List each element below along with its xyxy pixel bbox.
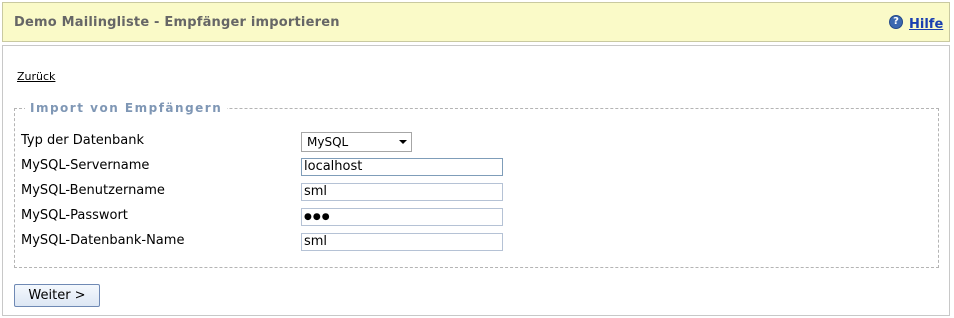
db-type-select[interactable]: MySQL [301,132,412,152]
username-label: MySQL-Benutzername [21,183,165,198]
dbname-input[interactable]: sml [301,233,503,251]
import-legend: Import von Empfängern [30,101,223,115]
password-input[interactable]: ●●● [301,208,503,226]
help-link[interactable]: Hilfe [909,17,943,32]
servername-label: MySQL-Servername [21,158,150,173]
password-label: MySQL-Passwort [21,208,128,223]
page-title: Demo Mailingliste - Empfänger importiere… [14,15,340,30]
username-input[interactable]: sml [301,183,503,201]
db-type-value: MySQL [307,135,349,149]
help-icon[interactable]: ? [889,15,903,29]
page-header: Demo Mailingliste - Empfänger importiere… [2,2,950,42]
back-link[interactable]: Zurück [17,70,55,83]
servername-input[interactable]: localhost [301,158,503,176]
next-button[interactable]: Weiter > [14,284,100,307]
db-type-label: Typ der Datenbank [21,133,145,148]
chevron-down-icon [399,140,407,144]
dbname-label: MySQL-Datenbank-Name [21,233,185,248]
